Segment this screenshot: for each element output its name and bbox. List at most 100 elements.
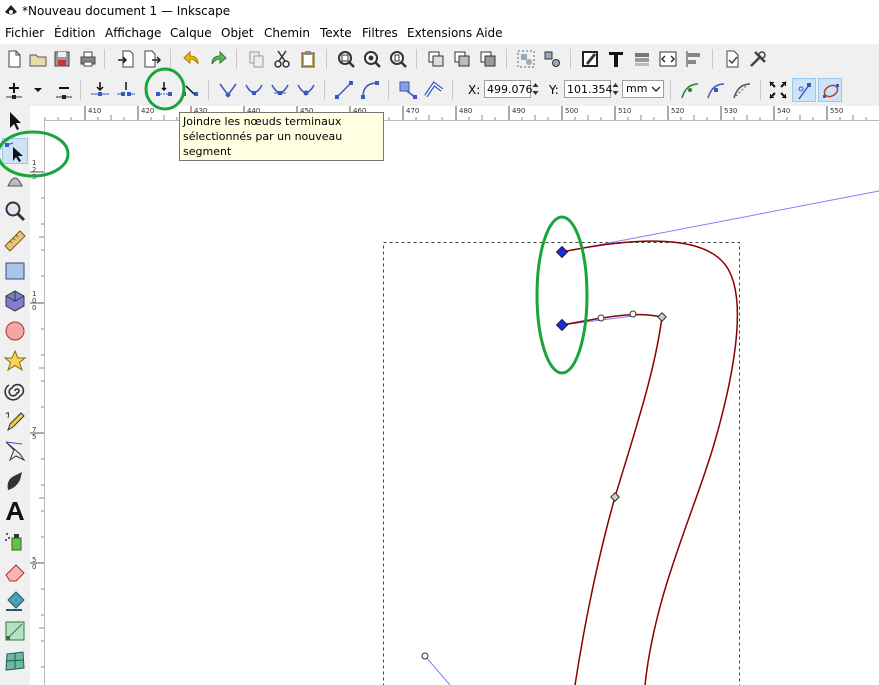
zoom-page-button[interactable] xyxy=(386,47,410,71)
menu-filtres[interactable]: Filtres xyxy=(362,26,398,40)
clippath-button[interactable] xyxy=(704,78,728,102)
text-font-button[interactable] xyxy=(604,47,628,71)
insert-node-button[interactable] xyxy=(2,78,26,102)
smooth-node-button[interactable] xyxy=(242,78,266,102)
y-coordinate-field[interactable]: 101.354 xyxy=(564,80,613,98)
symmetric-node-button[interactable] xyxy=(268,78,292,102)
undo-button[interactable] xyxy=(180,47,204,71)
selected-end-node[interactable] xyxy=(555,318,569,332)
path-node[interactable] xyxy=(657,312,667,322)
open-button[interactable] xyxy=(26,47,50,71)
cusp-node-button[interactable] xyxy=(216,78,240,102)
vertical-ruler[interactable]: 1 2 5 1 0 0 7 5 5 0 xyxy=(30,120,45,685)
paint-bucket-tool[interactable] xyxy=(2,588,28,614)
horizontal-ruler[interactable]: 410 420 430 440 450 460 470 480 490 500 … xyxy=(30,106,879,121)
zoom-selection-button[interactable] xyxy=(334,47,358,71)
calligraphy-tool[interactable] xyxy=(2,468,28,494)
menu-calque[interactable]: Calque xyxy=(170,26,212,40)
layers-button[interactable] xyxy=(630,47,654,71)
ellipse-tool[interactable] xyxy=(2,318,28,344)
delete-segment-button[interactable] xyxy=(178,78,202,102)
node-tool[interactable] xyxy=(2,138,28,164)
show-path-outline-toggle[interactable] xyxy=(818,78,842,102)
menu-edition[interactable]: Édition xyxy=(54,26,96,40)
paste-button[interactable] xyxy=(296,47,320,71)
duplicate-button[interactable] xyxy=(424,47,448,71)
pen-tool[interactable] xyxy=(2,438,28,464)
next-path-effect-button[interactable] xyxy=(678,78,702,102)
measure-tool[interactable] xyxy=(2,228,28,254)
toolbar-separator xyxy=(324,80,325,100)
export-button[interactable] xyxy=(140,47,164,71)
3d-box-icon xyxy=(5,290,25,312)
mask-button[interactable] xyxy=(730,78,754,102)
node-handle[interactable] xyxy=(597,314,605,322)
unlink-clone-button[interactable] xyxy=(476,47,500,71)
segment-to-curve-button[interactable] xyxy=(358,78,382,102)
mesh-icon xyxy=(5,651,25,671)
segment-to-line-button[interactable] xyxy=(332,78,356,102)
new-document-button[interactable] xyxy=(2,47,26,71)
path-node[interactable] xyxy=(610,492,620,502)
toolbar-separator xyxy=(388,80,389,100)
star-polygon-tool[interactable] xyxy=(2,348,28,374)
menu-affichage[interactable]: Affichage xyxy=(105,26,161,40)
pencil-tool[interactable] xyxy=(2,408,28,434)
spray-tool[interactable] xyxy=(2,528,28,554)
show-transform-handles-button[interactable] xyxy=(766,78,790,102)
y-spinner[interactable] xyxy=(611,80,620,98)
node-tool-icon xyxy=(5,142,23,162)
object-to-path-button[interactable] xyxy=(396,78,420,102)
copy-button[interactable] xyxy=(244,47,268,71)
menu-fichier[interactable]: Fichier xyxy=(5,26,44,40)
preferences-button[interactable] xyxy=(746,47,770,71)
toolbar-separator xyxy=(506,49,507,69)
join-with-segment-button[interactable] xyxy=(152,78,176,102)
menu-texte[interactable]: Texte xyxy=(320,26,352,40)
path-inner-stroke[interactable] xyxy=(561,313,663,685)
eraser-tool[interactable] xyxy=(2,558,28,584)
menu-aide[interactable]: Aide xyxy=(476,26,503,40)
clone-button[interactable] xyxy=(450,47,474,71)
spiral-tool[interactable] xyxy=(2,378,28,404)
cut-button[interactable] xyxy=(270,47,294,71)
document-properties-button[interactable] xyxy=(720,47,744,71)
drawing-canvas[interactable] xyxy=(45,121,879,685)
zoom-tool[interactable] xyxy=(2,198,28,224)
xml-editor-button[interactable] xyxy=(656,47,680,71)
print-button[interactable] xyxy=(76,47,100,71)
import-button[interactable] xyxy=(114,47,138,71)
node-handle[interactable] xyxy=(421,652,429,660)
menu-chemin[interactable]: Chemin xyxy=(264,26,310,40)
x-spinner[interactable] xyxy=(531,80,540,98)
tweak-tool[interactable] xyxy=(2,166,28,192)
group-button[interactable] xyxy=(514,47,538,71)
auto-smooth-node-button[interactable] xyxy=(294,78,318,102)
menu-extensions[interactable]: Extensions xyxy=(407,26,472,40)
insert-node-dropdown[interactable] xyxy=(26,78,50,102)
3d-box-tool[interactable] xyxy=(2,288,28,314)
rectangle-tool[interactable] xyxy=(2,258,28,284)
toolbar-separator xyxy=(208,80,209,100)
break-path-button[interactable] xyxy=(114,78,138,102)
x-coordinate-field[interactable]: 499.076 xyxy=(484,80,533,98)
ungroup-button[interactable] xyxy=(540,47,564,71)
menu-objet[interactable]: Objet xyxy=(221,26,253,40)
stroke-to-path-button[interactable] xyxy=(422,78,446,102)
show-handles-toggle[interactable] xyxy=(792,78,816,102)
delete-node-button[interactable] xyxy=(52,78,76,102)
path-outer-stroke[interactable] xyxy=(561,240,739,685)
selector-tool[interactable] xyxy=(2,108,28,134)
mesh-tool[interactable] xyxy=(2,648,28,674)
node-handle[interactable] xyxy=(629,310,637,318)
fill-stroke-button[interactable] xyxy=(578,47,602,71)
save-button[interactable] xyxy=(50,47,74,71)
zoom-drawing-button[interactable] xyxy=(360,47,384,71)
gradient-tool[interactable] xyxy=(2,618,28,644)
text-tool[interactable] xyxy=(2,498,28,524)
unit-select[interactable]: mm xyxy=(622,80,664,98)
selected-end-node[interactable] xyxy=(555,245,569,259)
align-distribute-button[interactable] xyxy=(682,47,706,71)
redo-button[interactable] xyxy=(206,47,230,71)
join-nodes-button[interactable] xyxy=(88,78,112,102)
